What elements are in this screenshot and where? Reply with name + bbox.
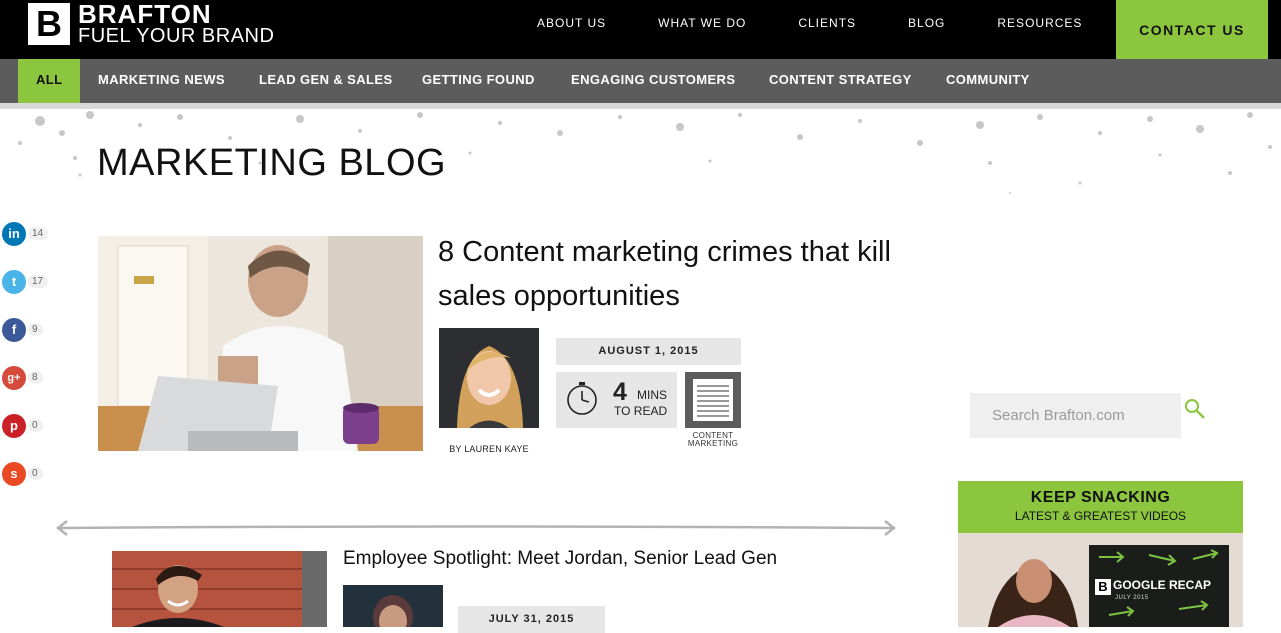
- top-header: B BRAFTON FUEL YOUR BRAND ABOUT US WHAT …: [0, 0, 1281, 59]
- category-bar: ALL MARKETING NEWS LEAD GEN & SALES GETT…: [0, 59, 1281, 103]
- stumbleupon-icon: s: [2, 462, 26, 486]
- nav-resources[interactable]: RESOURCES: [997, 16, 1082, 30]
- article-title[interactable]: 8 Content marketing crimes that kill sal…: [438, 230, 958, 318]
- read-time-unit: MINS: [637, 388, 667, 402]
- author-avatar[interactable]: [439, 328, 539, 428]
- nav-what-we-do[interactable]: WHAT WE DO: [658, 16, 746, 30]
- facebook-icon: f: [2, 318, 26, 342]
- nav-clients[interactable]: CLIENTS: [798, 16, 856, 30]
- share-pinterest[interactable]: p 0: [2, 414, 46, 440]
- main-nav: ABOUT US WHAT WE DO CLIENTS BLOG RESOURC…: [537, 0, 1134, 45]
- logo-brand-name: BRAFTON: [78, 0, 212, 29]
- share-count: 0: [28, 467, 43, 480]
- twitter-icon: t: [2, 270, 26, 294]
- video-subtitle: JULY 2015: [1115, 595, 1149, 601]
- article-date: JULY 31, 2015: [458, 606, 605, 633]
- share-stumbleupon[interactable]: s 0: [2, 462, 46, 488]
- read-time-box: 4 MINS TO READ: [556, 372, 677, 428]
- logo-tagline: FUEL YOUR BRAND: [78, 25, 275, 47]
- share-count: 8: [28, 371, 43, 384]
- category-lead-gen-sales[interactable]: LEAD GEN & SALES: [259, 59, 393, 103]
- share-twitter[interactable]: t 17: [2, 270, 49, 296]
- search-input[interactable]: [970, 393, 1181, 438]
- category-community[interactable]: COMMUNITY: [946, 59, 1030, 103]
- nav-about-us[interactable]: ABOUT US: [537, 16, 606, 30]
- document-icon: [693, 379, 733, 421]
- category-all[interactable]: ALL: [18, 59, 81, 103]
- pinterest-icon: p: [2, 414, 26, 438]
- category-content-strategy[interactable]: CONTENT STRATEGY: [769, 59, 912, 103]
- read-time-minutes: 4: [613, 378, 627, 406]
- nav-blog[interactable]: BLOG: [908, 16, 945, 30]
- share-count: 0: [28, 419, 43, 432]
- brand-logo[interactable]: B BRAFTON FUEL YOUR BRAND: [28, 0, 275, 47]
- snack-title: KEEP SNACKING: [1030, 489, 1171, 506]
- keep-snacking-banner: KEEP SNACKING LATEST & GREATEST VIDEOS: [958, 481, 1243, 533]
- share-facebook[interactable]: f 9: [2, 318, 46, 344]
- read-time-label: TO READ: [614, 404, 668, 418]
- clock-icon: [567, 382, 597, 415]
- video-thumbnail[interactable]: B GOOGLE RECAP JULY 2015: [958, 533, 1243, 627]
- category-getting-found[interactable]: GETTING FOUND: [422, 59, 535, 103]
- linkedin-icon: in: [2, 222, 26, 246]
- category-marketing-news[interactable]: MARKETING NEWS: [98, 59, 225, 103]
- article-title[interactable]: Employee Spotlight: Meet Jordan, Senior …: [343, 548, 777, 570]
- contact-us-button[interactable]: CONTACT US: [1116, 0, 1268, 59]
- share-linkedin[interactable]: in 14: [2, 222, 49, 248]
- page-title: MARKETING BLOG: [97, 142, 447, 184]
- article-date: AUGUST 1, 2015: [556, 338, 741, 365]
- google-plus-icon: g+: [2, 366, 26, 390]
- logo-text: BRAFTON FUEL YOUR BRAND: [78, 0, 275, 47]
- article-thumbnail[interactable]: [112, 551, 327, 627]
- share-google-plus[interactable]: g+ 8: [2, 366, 46, 392]
- search-icon[interactable]: [1184, 398, 1206, 420]
- logo-mark: B: [28, 3, 70, 45]
- video-board: B GOOGLE RECAP JULY 2015: [1089, 545, 1229, 627]
- share-count: 9: [28, 323, 43, 336]
- author-avatar[interactable]: [343, 585, 443, 627]
- share-count: 17: [28, 275, 49, 288]
- video-logo-mark: B: [1095, 579, 1111, 595]
- category-engaging-customers[interactable]: ENGAGING CUSTOMERS: [571, 59, 735, 103]
- share-count: 14: [28, 227, 49, 240]
- double-arrow-divider: [55, 520, 897, 536]
- video-title: GOOGLE RECAP: [1113, 578, 1212, 592]
- author-byline[interactable]: BY LAUREN KAYE: [439, 444, 539, 454]
- snack-subtitle: LATEST & GREATEST VIDEOS: [1014, 509, 1187, 523]
- category-label: CONTENT MARKETING: [687, 431, 739, 448]
- content-marketing-category[interactable]: [685, 372, 741, 428]
- article-hero-image[interactable]: [98, 236, 423, 451]
